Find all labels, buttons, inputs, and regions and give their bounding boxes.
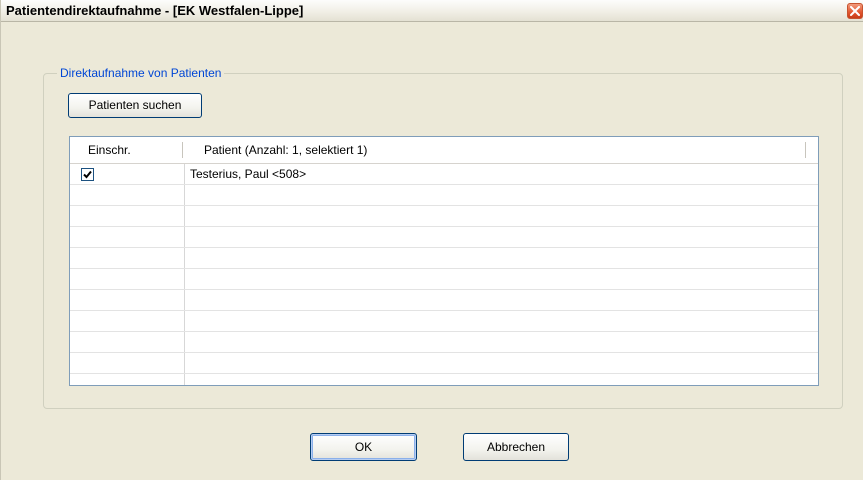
patient-name: Testerius, Paul <508> bbox=[190, 167, 307, 181]
table-row[interactable]: Testerius, Paul <508> bbox=[70, 164, 818, 185]
restriction-checkbox[interactable] bbox=[81, 168, 94, 181]
table-row-empty bbox=[70, 290, 818, 311]
table-row-empty bbox=[70, 269, 818, 290]
close-button[interactable] bbox=[847, 3, 863, 19]
list-header: Einschr. Patient (Anzahl: 1, selektiert … bbox=[70, 137, 818, 164]
column-separator[interactable] bbox=[805, 142, 806, 158]
column-header-patient[interactable]: Patient (Anzahl: 1, selektiert 1) bbox=[204, 137, 367, 163]
table-row-empty bbox=[70, 206, 818, 227]
table-row-empty bbox=[70, 311, 818, 332]
table-row-empty bbox=[70, 248, 818, 269]
table-row-empty bbox=[70, 185, 818, 206]
column-separator[interactable] bbox=[182, 142, 183, 158]
search-patients-button[interactable]: Patienten suchen bbox=[68, 93, 202, 118]
ok-button[interactable]: OK bbox=[310, 433, 417, 461]
table-row-empty bbox=[70, 227, 818, 248]
table-row-empty bbox=[70, 353, 818, 374]
close-icon bbox=[850, 6, 860, 16]
cancel-button[interactable]: Abbrechen bbox=[463, 433, 569, 461]
checkmark-icon bbox=[83, 170, 92, 179]
patient-list[interactable]: Einschr. Patient (Anzahl: 1, selektiert … bbox=[69, 136, 819, 386]
groupbox-label: Direktaufnahme von Patienten bbox=[57, 66, 225, 80]
dialog-window: Patientendirektaufnahme - [EK Westfalen-… bbox=[0, 0, 863, 480]
window-title: Patientendirektaufnahme - [EK Westfalen-… bbox=[6, 3, 304, 18]
title-bar[interactable]: Patientendirektaufnahme - [EK Westfalen-… bbox=[1, 0, 863, 22]
table-row-empty bbox=[70, 332, 818, 353]
column-header-restriction[interactable]: Einschr. bbox=[88, 137, 131, 163]
